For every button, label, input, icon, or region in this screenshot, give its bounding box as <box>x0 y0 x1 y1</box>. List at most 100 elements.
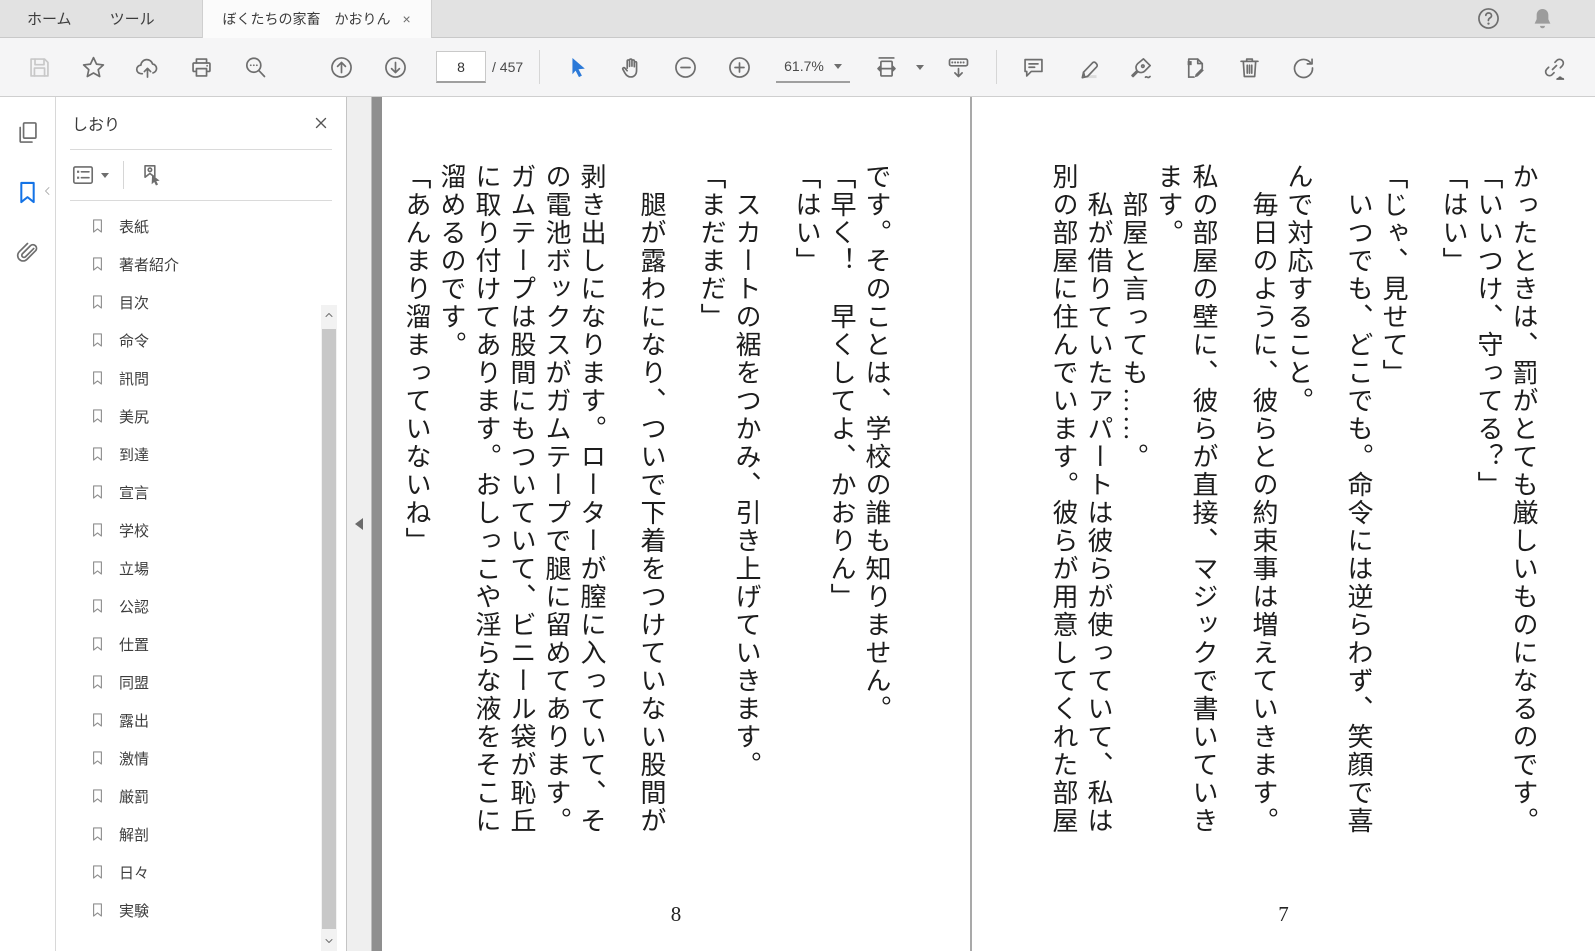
bookmark-options-menu-button[interactable] <box>70 162 109 188</box>
rotate-pages-button[interactable] <box>1289 50 1319 84</box>
navigation-rail <box>0 97 56 951</box>
share-link-icon <box>1541 54 1568 81</box>
edit-pdf-button[interactable] <box>1181 50 1211 84</box>
zoom-in-button[interactable] <box>724 50 754 84</box>
bookmark-item[interactable]: 宣言 <box>56 473 346 511</box>
bookmark-item[interactable]: 立場 <box>56 549 346 587</box>
bookmark-item[interactable]: 著者紹介 <box>56 245 346 283</box>
bookmark-item[interactable]: 仕置 <box>56 625 346 663</box>
document-tab[interactable]: ぼくたちの家畜 かおりん × <box>201 0 432 38</box>
bookmark-icon <box>89 900 106 920</box>
text-column: ガムテープは股間にもついていて、ビニール袋が恥丘 <box>507 163 536 835</box>
bookmark-item[interactable]: 表紙 <box>56 207 346 245</box>
bookmark-icon <box>89 444 106 464</box>
fill-sign-button[interactable] <box>1127 50 1157 84</box>
next-page-button[interactable] <box>380 50 410 84</box>
scroll-down-button[interactable] <box>321 933 337 949</box>
tab-home[interactable]: ホーム <box>8 0 91 37</box>
chevron-down-icon[interactable] <box>915 64 924 70</box>
comment-button[interactable] <box>1019 50 1049 84</box>
text-column: 腿が露わになり、ついで下着をつけていない股間が <box>637 191 666 835</box>
comment-icon <box>1020 54 1047 81</box>
bookmark-item[interactable]: 訊問 <box>56 359 346 397</box>
bookmarks-panel-button[interactable] <box>13 177 43 207</box>
goto-current-bookmark-button[interactable] <box>138 162 164 188</box>
bookmark-item[interactable]: 日々 <box>56 853 346 891</box>
scroll-up-button[interactable] <box>321 307 337 323</box>
attachments-button[interactable] <box>13 237 43 267</box>
chevron-down-icon <box>323 935 335 947</box>
search-button[interactable] <box>240 50 270 84</box>
save-button[interactable] <box>24 50 54 84</box>
bookmark-item[interactable]: 到達 <box>56 435 346 473</box>
bookmark-item[interactable]: 公認 <box>56 587 346 625</box>
star-icon <box>80 54 107 81</box>
document-view: です。そのことは、学校の誰も知りません。 「早く！ 早くしてよ、かおりん」 「はい」… <box>382 97 1595 951</box>
tab-close-icon[interactable]: × <box>402 11 410 27</box>
tab-tools[interactable]: ツール <box>91 0 174 37</box>
bookmark-icon <box>89 672 106 692</box>
bookmarks-icon <box>14 179 41 206</box>
star-button[interactable] <box>78 50 108 84</box>
bookmark-item[interactable]: 解剖 <box>56 815 346 853</box>
document-canvas-edge <box>372 97 382 951</box>
bookmark-icon <box>89 748 106 768</box>
previous-page-button[interactable] <box>326 50 356 84</box>
chevron-down-icon <box>101 172 109 178</box>
print-icon <box>188 54 215 81</box>
panel-collapse-handle[interactable] <box>347 97 372 951</box>
bookmark-item[interactable]: 激情 <box>56 739 346 777</box>
help-button[interactable] <box>1473 2 1503 36</box>
bookmark-item[interactable]: 露出 <box>56 701 346 739</box>
highlight-button[interactable] <box>1073 50 1103 84</box>
page-thumbnails-button[interactable] <box>13 117 43 147</box>
bookmarks-options-row <box>56 150 346 200</box>
bookmark-icon <box>89 330 106 350</box>
bookmark-item[interactable]: 命令 <box>56 321 346 359</box>
bookmark-item-label: 立場 <box>119 560 150 578</box>
bookmark-item[interactable]: 実験 <box>56 891 346 929</box>
zoom-out-button[interactable] <box>670 50 700 84</box>
page-number: 8 <box>670 902 682 926</box>
text-column: かったときは、罰がとても厳しいものになるのです。 <box>1509 163 1538 835</box>
bookmark-icon <box>89 596 106 616</box>
bookmark-item-label: 日々 <box>119 864 150 882</box>
bookmark-icon <box>89 216 106 236</box>
pdf-page-right[interactable]: かったときは、罰がとても厳しいものになるのです。 「いいつけ、守ってる？」 「はい」… <box>972 97 1595 951</box>
chevron-down-icon <box>833 63 842 69</box>
delete-pages-button[interactable] <box>1235 50 1265 84</box>
help-icon <box>1475 5 1502 32</box>
notifications-button[interactable] <box>1527 2 1557 36</box>
bookmark-item[interactable]: 学校 <box>56 511 346 549</box>
bookmark-item[interactable]: 厳罰 <box>56 777 346 815</box>
bookmark-icon <box>89 406 106 426</box>
zoom-level-select[interactable]: 61.7% <box>776 51 850 83</box>
hand-tool-icon <box>618 54 645 81</box>
bookmarks-scrollbar[interactable] <box>321 305 337 951</box>
bookmark-item[interactable]: 同盟 <box>56 663 346 701</box>
hand-tool-button[interactable] <box>616 50 646 84</box>
bookmark-icon <box>89 254 106 274</box>
fit-width-button[interactable] <box>872 50 902 84</box>
main-area: しおり 表紙 著者紹介 目次 命令 訊問 美尻 到達 宣言 学校 立場 公認 仕置 同盟 露出 激情 厳罰 解剖… <box>0 97 1595 951</box>
bookmark-item[interactable]: 美尻 <box>56 397 346 435</box>
text-column: の電池ボックスがガムテープで腿に留めてあります。 <box>542 163 571 835</box>
pdf-page-left[interactable]: です。そのことは、学校の誰も知りません。 「早く！ 早くしてよ、かおりん」 「はい」… <box>382 97 970 951</box>
share-link-button[interactable] <box>1539 50 1569 84</box>
bookmark-icon <box>89 824 106 844</box>
fountain-pen-icon <box>1128 54 1155 81</box>
bookmark-item[interactable]: 目次 <box>56 283 346 321</box>
page-number-input[interactable] <box>436 51 486 83</box>
select-tool-button[interactable] <box>562 50 592 84</box>
reading-mode-button[interactable] <box>944 50 974 84</box>
text-column: ます。 <box>1154 163 1183 247</box>
scrollbar-thumb[interactable] <box>322 329 336 929</box>
bookmark-list: 表紙著者紹介目次命令 訊問 美尻 到達 宣言 学校立場公認仕置 同盟 露出 激情 厳罰 解剖日々実験 <box>56 201 346 951</box>
cloud-upload-button[interactable] <box>132 50 162 84</box>
bookmark-item-label: 公認 <box>119 598 150 616</box>
panel-close-button[interactable] <box>312 114 330 132</box>
print-button[interactable] <box>186 50 216 84</box>
bookmark-item-label: 表紙 <box>119 218 150 236</box>
options-list-icon <box>70 162 96 188</box>
bookmark-item-label: 目次 <box>119 294 150 312</box>
